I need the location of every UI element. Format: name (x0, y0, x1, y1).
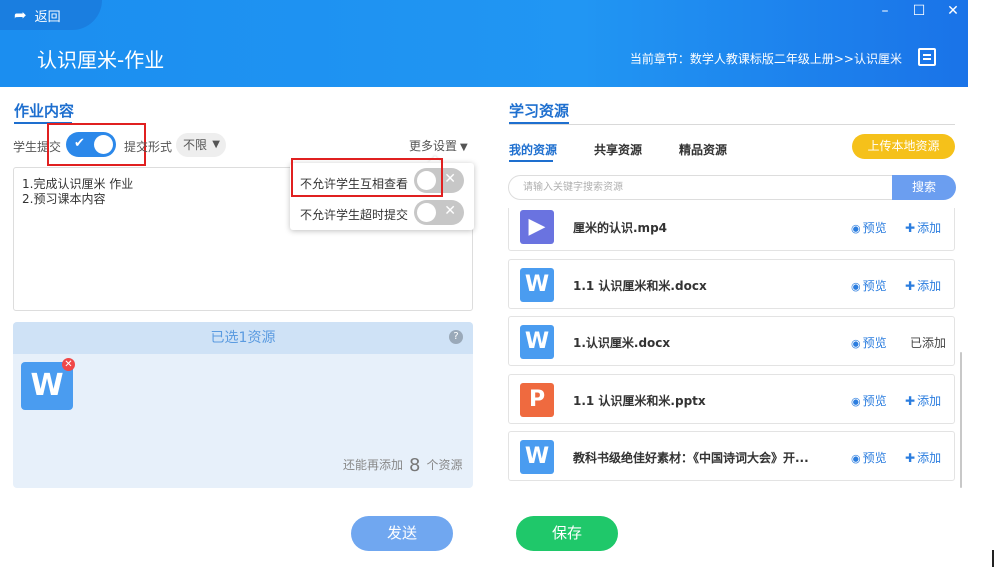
caret-down-icon: ▼ (460, 142, 468, 153)
add-label: 添加 (917, 279, 942, 293)
eye-icon: ◉ (851, 395, 861, 408)
resource-name: 教科书级绝佳好素材：《中国诗词大会》开... (573, 451, 809, 465)
list-item[interactable]: P 1.1 认识厘米和米.pptx ◉ 预览 ✚ 添加 (508, 374, 955, 424)
list-item[interactable]: W 教科书级绝佳好素材：《中国诗词大会》开... ◉ 预览 ✚ 添加 (508, 431, 955, 481)
resource-list-scrollbar[interactable] (960, 352, 962, 488)
preview-label: 预览 (862, 221, 887, 235)
more-settings-label: 更多设置 (409, 139, 458, 153)
powerpoint-file-icon: P (520, 383, 554, 417)
remove-file-icon[interactable]: ✕ (62, 358, 75, 371)
preview-label: 预览 (862, 394, 887, 408)
toggle-knob (417, 203, 436, 222)
add-button[interactable]: ✚ 添加 (905, 219, 941, 236)
list-item[interactable]: W 1.1 认识厘米和米.docx ◉ 预览 ✚ 添加 (508, 259, 955, 309)
preview-label: 预览 (862, 451, 887, 465)
close-button[interactable]: ✕ (946, 3, 960, 19)
plus-icon: ✚ (905, 279, 916, 293)
resource-list[interactable]: ▶ 厘米的认识.mp4 ◉ 预览 ✚ 添加 W 1.1 认识厘米和米.docx ◉ 预… (508, 208, 955, 488)
remain-count: 8 (409, 455, 421, 476)
search-input[interactable] (509, 176, 892, 199)
search-button[interactable]: 搜索 (892, 175, 956, 200)
preview-label: 预览 (862, 336, 887, 350)
preview-button[interactable]: ◉ 预览 (851, 334, 887, 351)
app-window: ➦ 返回 – ☐ ✕ 认识厘米-作业 当前章节：数学人教课标版二年级上册>>认识… (0, 0, 997, 570)
back-label: 返回 (34, 9, 61, 25)
add-button[interactable]: ✚ 添加 (905, 449, 941, 466)
x-icon: ✕ (444, 171, 456, 187)
list-item[interactable]: W 1.认识厘米.docx ◉ 预览 已添加 (508, 316, 955, 366)
x-icon: ✕ (444, 203, 456, 219)
chapter-path: 当前章节：数学人教课标版二年级上册>>认识厘米 (629, 52, 902, 66)
highlight-box-setting (291, 158, 443, 197)
selected-resources-panel: 已选1资源 ? W ✕ 还能再添加 8 个资源 (13, 322, 473, 488)
resource-name: 厘米的认识.mp4 (573, 221, 668, 235)
added-status: 已添加 (910, 336, 947, 350)
homework-content-title: 作业内容 (14, 102, 75, 120)
save-button[interactable]: 保存 (516, 516, 618, 551)
resources-title-underline (509, 122, 569, 124)
eye-icon: ◉ (851, 337, 861, 350)
add-button[interactable]: ✚ 添加 (905, 392, 941, 409)
submit-form-value: 不限 (183, 138, 208, 152)
add-label: 添加 (917, 451, 942, 465)
word-file-icon: W (520, 325, 554, 359)
eye-icon: ◉ (851, 222, 861, 235)
remain-suffix: 个资源 (426, 458, 463, 472)
resource-name: 1.1 认识厘米和米.pptx (573, 394, 706, 408)
learning-resources-title: 学习资源 (509, 102, 570, 120)
text-cursor-icon (992, 550, 994, 567)
chapter-note-icon[interactable] (918, 48, 936, 66)
no-late-submit-toggle[interactable]: ✕ (414, 200, 464, 225)
window-controls: – ☐ ✕ (878, 3, 960, 19)
preview-button[interactable]: ◉ 预览 (851, 449, 887, 466)
help-icon[interactable]: ? (449, 330, 463, 344)
add-label: 添加 (917, 394, 942, 408)
eye-icon: ◉ (851, 280, 861, 293)
preview-button[interactable]: ◉ 预览 (851, 219, 887, 236)
plus-icon: ✚ (905, 221, 916, 235)
video-file-icon: ▶ (520, 210, 554, 244)
remaining-capacity: 还能再添加 8 个资源 (343, 455, 462, 476)
submit-form-select[interactable]: 不限 ▼ (176, 133, 226, 157)
send-button[interactable]: 发送 (351, 516, 453, 551)
plus-icon: ✚ (905, 394, 916, 408)
list-item[interactable]: ▶ 厘米的认识.mp4 ◉ 预览 ✚ 添加 (508, 208, 955, 251)
resource-name: 1.1 认识厘米和米.docx (573, 279, 707, 293)
no-late-submit-label: 不允许学生超时提交 (300, 208, 409, 222)
word-file-icon: W (520, 268, 554, 302)
header-bar: ➦ 返回 – ☐ ✕ 认识厘米-作业 当前章节：数学人教课标版二年级上册>>认识… (0, 0, 968, 87)
page-title: 认识厘米-作业 (37, 48, 165, 72)
resource-name: 1.认识厘米.docx (573, 336, 671, 350)
maximize-button[interactable]: ☐ (912, 3, 926, 19)
selected-count-header: 已选1资源 (13, 322, 473, 354)
remain-prefix: 还能再添加 (343, 458, 404, 472)
back-arrow-icon: ➦ (14, 6, 27, 24)
preview-button[interactable]: ◉ 预览 (851, 392, 887, 409)
back-button[interactable]: ➦ 返回 (0, 0, 102, 30)
upload-local-resource-button[interactable]: 上传本地资源 (852, 134, 955, 159)
add-label: 添加 (917, 221, 942, 235)
active-tab-indicator (509, 160, 553, 162)
submit-form-label: 提交形式 (124, 140, 173, 154)
caret-down-icon: ▼ (212, 139, 220, 150)
preview-label: 预览 (862, 279, 887, 293)
plus-icon: ✚ (905, 451, 916, 465)
add-button[interactable]: ✚ 添加 (905, 277, 941, 294)
search-bar: 搜索 (508, 175, 956, 200)
tab-premium-resources[interactable]: 精品资源 (679, 141, 727, 158)
tab-my-resources[interactable]: 我的资源 (509, 141, 557, 158)
word-file-icon: W (520, 440, 554, 474)
minimize-button[interactable]: – (878, 3, 892, 19)
tab-shared-resources[interactable]: 共享资源 (594, 141, 642, 158)
eye-icon: ◉ (851, 452, 861, 465)
preview-button[interactable]: ◉ 预览 (851, 277, 887, 294)
more-settings-button[interactable]: 更多设置 ▼ (409, 137, 468, 154)
resources-divider (509, 124, 955, 125)
